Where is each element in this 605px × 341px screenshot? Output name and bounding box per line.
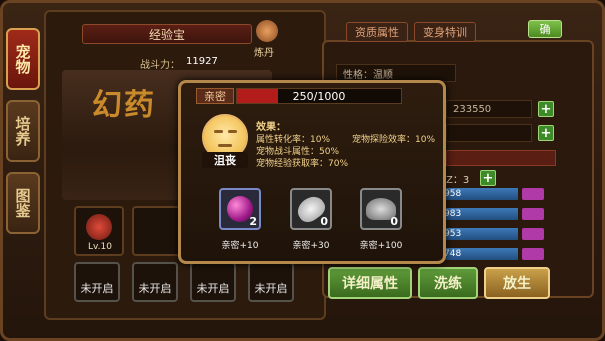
pet-slot-empty[interactable] (132, 206, 182, 256)
effect-line: 宠物探险效率：10% (352, 135, 436, 145)
locked-slot-3[interactable]: 未开启 (190, 262, 236, 302)
swap-icon[interactable] (522, 228, 544, 240)
stat-bar: 953 (440, 228, 518, 240)
stat-bar: 958 (440, 188, 518, 200)
item-count: 0 (390, 215, 398, 228)
lock-label: 未开启 (196, 282, 230, 295)
stat-bar: 748 (440, 248, 518, 260)
reroll-button[interactable]: 洗练 (418, 267, 478, 299)
item-count: 0 (320, 215, 328, 228)
plus-icon[interactable]: + (538, 101, 554, 117)
item-bonus: 亲密+30 (292, 241, 330, 251)
pet-level-badge: 炼丹 (254, 48, 274, 59)
stat-bar: 983 (440, 208, 518, 220)
tab-pet[interactable]: 宠物 (6, 28, 40, 90)
plus-icon[interactable]: + (538, 125, 554, 141)
item-count: 2 (249, 215, 257, 228)
swap-icon[interactable] (522, 208, 544, 220)
item-bonus: 亲密+100 (359, 241, 403, 251)
detail-attributes-button[interactable]: 详细属性 (328, 267, 412, 299)
dumpling-item-slot[interactable]: 0 (360, 188, 402, 230)
candy-item-slot[interactable]: 2 (219, 188, 261, 230)
swap-icon[interactable] (522, 188, 544, 200)
power-value: 11927 (186, 56, 218, 67)
pet-slot-level: Lv.10 (88, 242, 112, 252)
section-header (446, 150, 556, 166)
tab-aptitude[interactable]: 资质属性 (346, 22, 408, 42)
pet-level-icon (256, 20, 278, 42)
lock-label: 未开启 (80, 282, 114, 295)
pet-name: 经验宝 (82, 24, 252, 44)
item-bonus: 亲密+10 (221, 241, 259, 251)
release-button[interactable]: 放生 (484, 267, 550, 299)
effects-title: 效果： (256, 122, 286, 133)
intimacy-label: 亲密 (196, 88, 234, 104)
power-label: 战斗力： (140, 60, 180, 71)
plus-icon[interactable]: + (480, 170, 496, 186)
locked-slot-4[interactable]: 未开启 (248, 262, 294, 302)
lock-label: 未开启 (138, 282, 172, 295)
locked-slot-2[interactable]: 未开启 (132, 262, 178, 302)
drumstick-item-slot[interactable]: 0 (290, 188, 332, 230)
effect-line: 宠物经验获取率：70% (256, 159, 349, 169)
locked-slot-1[interactable]: 未开启 (74, 262, 120, 302)
tab-train[interactable]: 培养 (6, 100, 40, 162)
exp-row: 233550 (446, 100, 532, 118)
grade-label: Z：3 (446, 175, 470, 186)
mood-label: 沮丧 (202, 152, 248, 168)
intimacy-value: 250/1000 (292, 89, 346, 103)
pet-slot-active[interactable]: Lv.10 (74, 206, 124, 256)
value-row (446, 124, 532, 142)
scene-title: 幻药 (92, 88, 156, 123)
intimacy-popup (178, 80, 446, 264)
lock-label: 未开启 (254, 282, 288, 295)
ok-button[interactable]: 确 (528, 20, 562, 38)
pet-avatar-icon (86, 214, 112, 240)
swap-icon[interactable] (522, 248, 544, 260)
tab-transform[interactable]: 变身特训 (414, 22, 476, 42)
tab-collection[interactable]: 图鉴 (6, 172, 40, 234)
